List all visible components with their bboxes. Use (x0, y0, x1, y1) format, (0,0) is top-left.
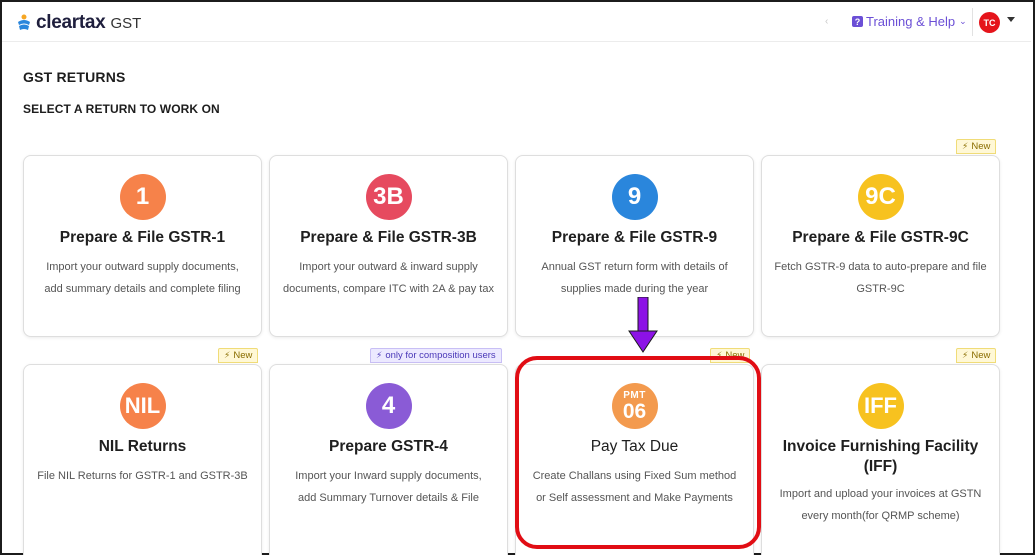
logo-suffix: GST (110, 14, 142, 32)
bolt-icon: ⚡ (224, 350, 231, 360)
gstr9-icon: 9 (611, 174, 658, 220)
new-badge-nil: ⚡ New (218, 348, 259, 363)
new-badge-iff: ⚡ New (956, 348, 997, 363)
gstr4-icon: 4 (365, 383, 412, 429)
card-gstr9c[interactable]: 9C Prepare & File GSTR-9C Fetch GSTR-9 d… (761, 155, 1000, 337)
page-title: GST RETURNS (23, 69, 126, 85)
chevron-down-icon: ⌄ (959, 16, 967, 26)
gstr1-icon: 1 (119, 174, 166, 220)
red-highlight-annotation (515, 356, 761, 549)
top-header: cleartax GST ‹ ? Training & Help ⌄ TC (2, 2, 1031, 42)
card-gstr4[interactable]: 4 Prepare GSTR-4 Import your Inward supp… (269, 364, 508, 555)
card-description: Import your outward supply documents, ad… (44, 261, 241, 295)
card-title: Prepare & File GSTR-9 (551, 229, 718, 246)
question-icon: ? (852, 16, 863, 27)
bolt-icon: ⚡ (962, 141, 969, 151)
iff-icon: IFF (857, 383, 904, 429)
card-description: Annual GST return form with details of s… (541, 261, 728, 295)
training-help-menu[interactable]: ? Training & Help ⌄ (852, 14, 967, 29)
card-description: Fetch GSTR-9 data to auto-prepare and fi… (774, 261, 987, 295)
card-title: NIL Returns (98, 438, 187, 455)
logo-icon (18, 14, 30, 30)
page-subtitle: SELECT A RETURN TO WORK ON (23, 102, 220, 116)
nil-icon: NIL (119, 383, 166, 429)
card-title: Prepare & File GSTR-9C (792, 229, 969, 246)
bolt-icon: ⚡ (962, 350, 969, 360)
card-gstr3b[interactable]: 3B Prepare & File GSTR-3B Import your ou… (269, 155, 508, 337)
gstr3b-icon: 3B (365, 174, 412, 220)
card-title: Prepare & File GSTR-3B (300, 229, 477, 246)
header-divider (972, 8, 973, 36)
card-gstr1[interactable]: 1 Prepare & File GSTR-1 Import your outw… (23, 155, 262, 337)
card-description: Import your outward & inward supply docu… (283, 261, 494, 295)
card-description: Import and upload your invoices at GSTN … (779, 488, 982, 522)
logo-text: cleartax (36, 12, 106, 33)
gstr9c-icon: 9C (857, 174, 904, 220)
card-description: Import your Inward supply documents, add… (295, 470, 482, 504)
training-help-label: Training & Help (866, 14, 956, 29)
cleartax-logo[interactable]: cleartax GST (16, 12, 141, 34)
card-title: Invoice Furnishing Facility (IFF) (782, 438, 979, 475)
card-nil-returns[interactable]: NIL NIL Returns File NIL Returns for GST… (23, 364, 262, 555)
purple-arrow-annotation (628, 297, 658, 353)
account-dropdown-caret-icon[interactable] (1007, 17, 1015, 22)
card-title: Prepare GSTR-4 (329, 438, 448, 455)
composition-badge: ⚡ only for composition users (370, 348, 502, 363)
card-iff[interactable]: IFF Invoice Furnishing Facility (IFF) Im… (761, 364, 1000, 555)
card-description: File NIL Returns for GSTR-1 and GSTR-3B (37, 470, 248, 482)
user-avatar[interactable]: TC (979, 12, 1000, 33)
card-title: Prepare & File GSTR-1 (59, 229, 226, 246)
new-badge-gstr9c: ⚡ New (956, 139, 997, 154)
bolt-icon: ⚡ (376, 350, 383, 360)
header-dot-icon: ‹ (825, 16, 829, 27)
